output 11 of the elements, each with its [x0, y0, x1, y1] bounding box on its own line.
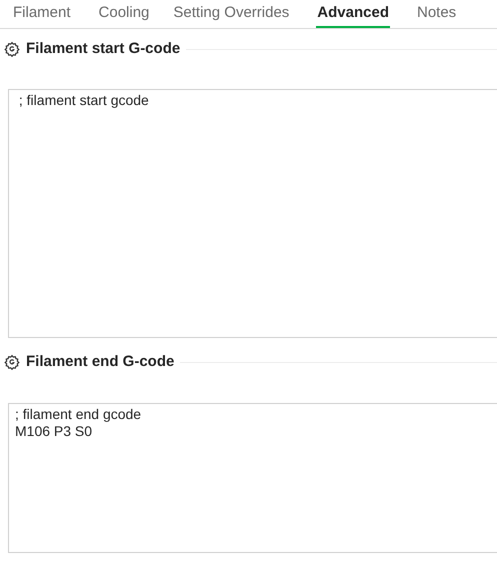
section-title: Filament end G-code [26, 352, 174, 372]
tab[interactable]: Cooling [98, 0, 150, 28]
section-title: Filament start G-code [26, 38, 180, 59]
gear-icon [4, 354, 20, 370]
gcode-field[interactable]: ; filament start gcode [8, 89, 497, 338]
gcode-field[interactable]: ; filament end gcode M106 P3 S0 [8, 403, 497, 553]
tab[interactable]: Notes [416, 0, 458, 28]
gear-icon [4, 41, 20, 57]
tab[interactable]: Filament [12, 0, 72, 28]
tab[interactable]: Setting Overrides [172, 0, 290, 28]
tab[interactable]: Advanced [316, 0, 390, 28]
